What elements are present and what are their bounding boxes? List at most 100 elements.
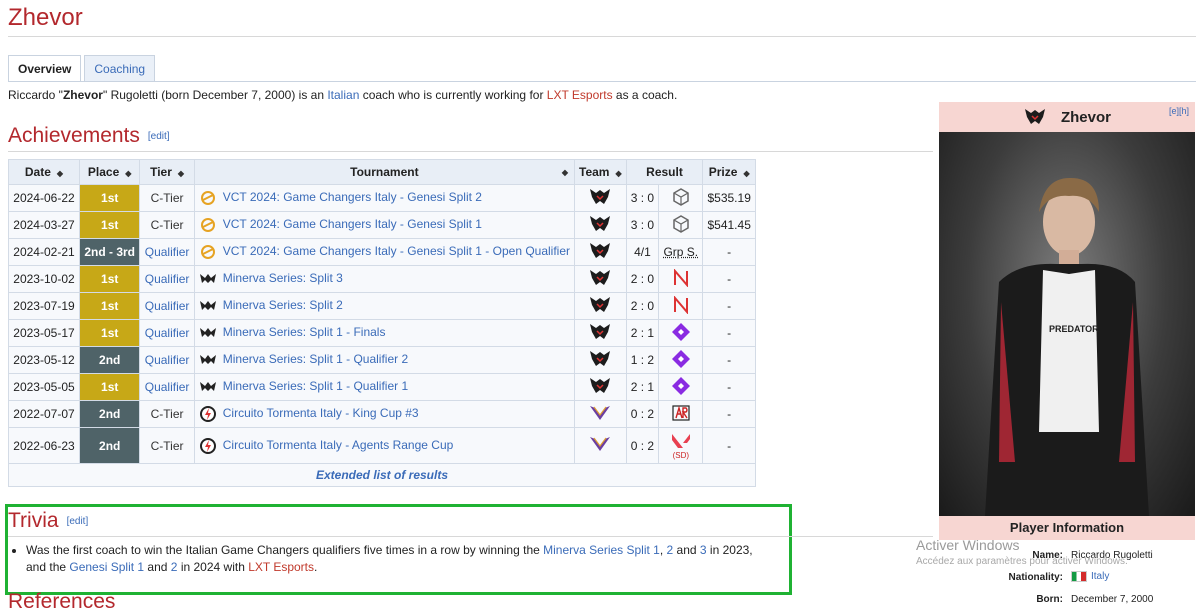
lxt-esports-link[interactable]: LXT Esports <box>248 560 314 574</box>
column-prize[interactable]: Prize ◆ <box>702 159 756 185</box>
cell-team[interactable] <box>574 373 627 401</box>
cell-date: 2022-07-07 <box>8 400 80 428</box>
tournament-link[interactable]: VCT 2024: Game Changers Italy - Genesi S… <box>223 190 482 204</box>
trivia-edit-link[interactable]: [edit] <box>67 516 89 527</box>
nationality-value-link[interactable]: Italy <box>1091 572 1109 583</box>
tournament-link[interactable]: VCT 2024: Game Changers Italy - Genesi S… <box>223 244 570 258</box>
sort-icon[interactable]: ◆ <box>178 169 184 178</box>
achievements-edit-link[interactable]: [edit] <box>148 131 170 142</box>
cell-tier[interactable]: Qualifier <box>139 238 195 266</box>
cell-opponent[interactable] <box>658 373 704 401</box>
infobox-title: Zhevor <box>1060 108 1111 126</box>
tournament-link[interactable]: Minerva Series: Split 2 <box>223 298 343 312</box>
cell-tier[interactable]: Qualifier <box>139 265 195 293</box>
cell-opponent[interactable] <box>658 319 704 347</box>
cell-place: 2nd <box>78 400 141 428</box>
tab-coaching[interactable]: Coaching <box>84 55 156 82</box>
sort-icon[interactable]: ◆ <box>57 169 63 178</box>
sort-icon[interactable]: ◆ <box>615 169 621 178</box>
svg-text:PREDATOR: PREDATOR <box>1049 324 1099 334</box>
opponent-tag: (SD) <box>672 450 690 460</box>
intro-text: Riccardo " <box>8 88 63 102</box>
cell-opponent[interactable] <box>658 265 704 293</box>
cell-date: 2023-05-12 <box>8 346 80 374</box>
cell-score[interactable]: 2 : 1 <box>625 319 660 347</box>
nationality-link[interactable]: Italian <box>327 88 359 102</box>
cell-team[interactable] <box>574 211 627 239</box>
infobox-edit-link[interactable]: [e][h] <box>1169 106 1189 116</box>
cell-opponent[interactable]: (SD) <box>658 427 704 464</box>
column-tournament[interactable]: Tournament ◆ <box>193 159 576 185</box>
cell-place: 1st <box>78 319 141 347</box>
column-label: Date <box>24 165 51 179</box>
cell-score[interactable]: 3 : 0 <box>625 211 660 239</box>
table-row: 2023-05-17 1st Qualifier Minerva Series: Sp… <box>8 319 756 347</box>
trivia-list: Was the first coach to win the Italian G… <box>10 542 786 576</box>
previous-team-logo-icon <box>590 437 611 451</box>
circuito-tormenta-icon <box>199 437 216 454</box>
cell-team[interactable] <box>574 292 627 320</box>
sort-icon[interactable]: ◆ <box>743 169 749 178</box>
cell-prize: $541.45 <box>702 211 756 239</box>
cell-opponent[interactable] <box>658 400 704 428</box>
tabs-divider <box>8 81 1196 82</box>
column-tier[interactable]: Tier ◆ <box>139 159 195 185</box>
cell-team[interactable] <box>574 346 627 374</box>
trivia-text: in 2024 with <box>177 560 249 574</box>
column-date[interactable]: Date ◆ <box>8 159 80 185</box>
cell-tier[interactable]: Qualifier <box>139 292 195 320</box>
cell-score[interactable]: 4/1 <box>625 238 660 266</box>
cell-prize: - <box>702 373 756 401</box>
cell-team[interactable] <box>574 319 627 347</box>
cell-tier[interactable]: Qualifier <box>139 373 195 401</box>
cell-score[interactable]: 3 : 0 <box>625 184 660 212</box>
cell-opponent[interactable] <box>658 211 704 239</box>
cell-team[interactable] <box>574 184 627 212</box>
cell-tier[interactable]: Qualifier <box>139 319 195 347</box>
lxt-esports-logo-icon <box>590 188 611 204</box>
sort-icon[interactable]: ◆ <box>562 168 568 177</box>
cell-opponent[interactable] <box>658 346 704 374</box>
tournament-link[interactable]: Circuito Tormenta Italy - Agents Range C… <box>223 438 454 452</box>
tournament-link[interactable]: Minerva Series: Split 1 - Qualifier 2 <box>223 352 408 366</box>
cell-score[interactable]: 2 : 0 <box>625 292 660 320</box>
cell-opponent[interactable]: Grp S. <box>658 238 704 266</box>
cell-score[interactable]: 1 : 2 <box>625 346 660 374</box>
page-tabs: Overview Coaching <box>8 55 156 82</box>
tournament-link[interactable]: Minerva Series: Split 1 - Finals <box>223 325 386 339</box>
team-link[interactable]: LXT Esports <box>547 88 613 102</box>
tournament-link[interactable]: VCT 2024: Game Changers Italy - Genesi S… <box>223 217 482 231</box>
cell-opponent[interactable] <box>658 292 704 320</box>
minerva-split-3-link[interactable]: 3 <box>700 543 707 557</box>
sort-icon[interactable]: ◆ <box>125 169 131 178</box>
cell-score[interactable]: 0 : 2 <box>625 400 660 428</box>
tournament-link[interactable]: Minerva Series: Split 1 - Qualifier 1 <box>223 379 408 393</box>
minerva-split-1-link[interactable]: Minerva Series Split 1 <box>543 543 660 557</box>
tab-overview[interactable]: Overview <box>8 55 82 82</box>
genesi-split-1-link[interactable]: Genesi Split 1 <box>69 560 144 574</box>
cell-score[interactable]: 2 : 1 <box>625 373 660 401</box>
cell-date: 2023-10-02 <box>8 265 80 293</box>
cell-team[interactable] <box>574 427 627 464</box>
cell-score[interactable]: 0 : 2 <box>625 427 660 464</box>
cell-place: 1st <box>78 373 141 401</box>
cell-tier[interactable]: Qualifier <box>139 346 195 374</box>
cell-score[interactable]: 2 : 0 <box>625 265 660 293</box>
column-place[interactable]: Place ◆ <box>78 159 141 185</box>
column-team[interactable]: Team ◆ <box>574 159 627 185</box>
achievements-table: Date ◆ Place ◆ Tier ◆ Tournament ◆ Team ◆ Res… <box>8 159 756 487</box>
cell-team[interactable] <box>574 400 627 428</box>
game-changers-icon <box>200 218 215 232</box>
cell-team[interactable] <box>574 238 627 266</box>
tournament-link[interactable]: Minerva Series: Split 3 <box>223 271 343 285</box>
cell-opponent[interactable] <box>658 184 704 212</box>
cell-team[interactable] <box>574 265 627 293</box>
intro-text: " Rugoletti (born December 7, 2000) is a… <box>102 88 328 102</box>
cell-tournament: Minerva Series: Split 2 <box>193 292 576 320</box>
trivia-heading-text: Trivia <box>8 509 59 532</box>
extended-results-link[interactable]: Extended list of results <box>8 463 756 487</box>
page-title: Zhevor <box>8 4 83 31</box>
lxt-esports-logo-icon <box>590 323 611 339</box>
tournament-link[interactable]: Circuito Tormenta Italy - King Cup #3 <box>223 406 419 420</box>
cell-tournament: Minerva Series: Split 3 <box>193 265 576 293</box>
